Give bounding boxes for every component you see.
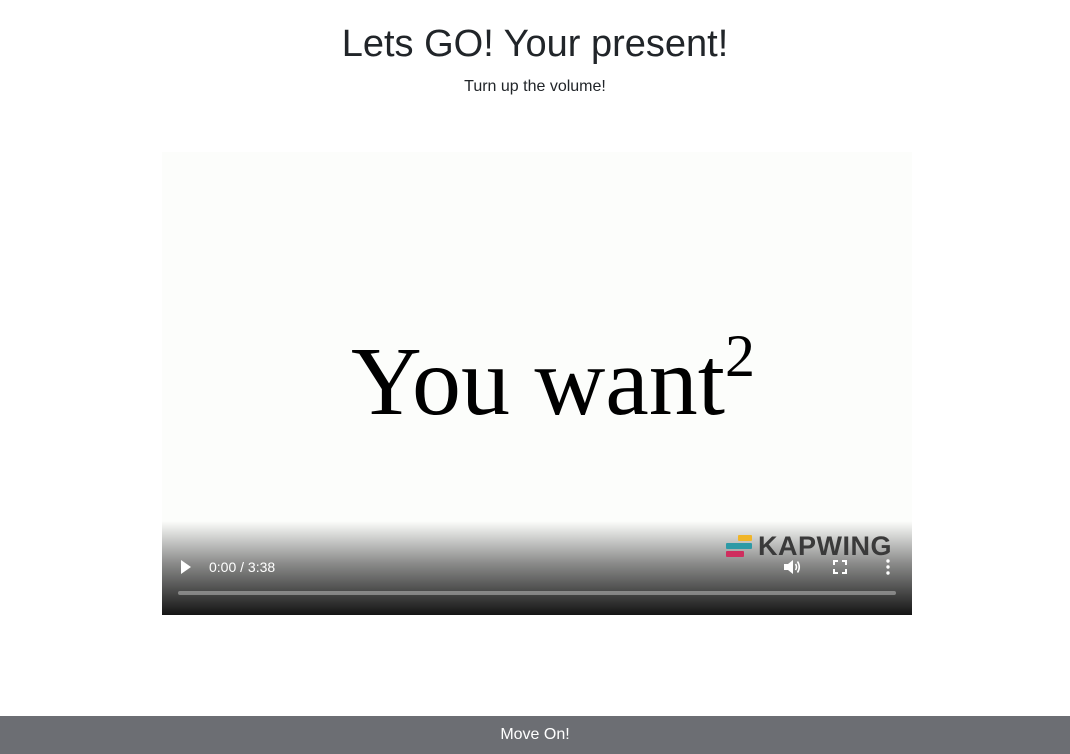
video-frame-text: You want2	[162, 300, 912, 438]
page: Lets GO! Your present! Turn up the volum…	[0, 0, 1070, 754]
fullscreen-icon[interactable]	[830, 557, 850, 577]
kapwing-watermark: KAPWING	[726, 531, 892, 561]
play-icon[interactable]	[179, 558, 193, 576]
video-player[interactable]: You want2 KAPWING 0:00 / 3:38	[162, 152, 912, 615]
video-frame-superscript: 2	[724, 323, 755, 389]
video-frame-caption: You want	[351, 328, 725, 436]
page-subtitle: Turn up the volume!	[464, 78, 606, 95]
volume-icon[interactable]	[782, 557, 802, 577]
more-options-icon[interactable]	[878, 557, 898, 577]
kapwing-watermark-text: KAPWING	[758, 531, 892, 561]
time-display: 0:00 / 3:38	[209, 559, 276, 575]
kapwing-logo-icon	[726, 535, 752, 557]
page-title: Lets GO! Your present!	[341, 23, 729, 65]
move-on-button[interactable]: Move On!	[0, 716, 1070, 754]
video-timeline[interactable]	[178, 591, 896, 595]
move-on-label: Move On!	[500, 726, 570, 743]
